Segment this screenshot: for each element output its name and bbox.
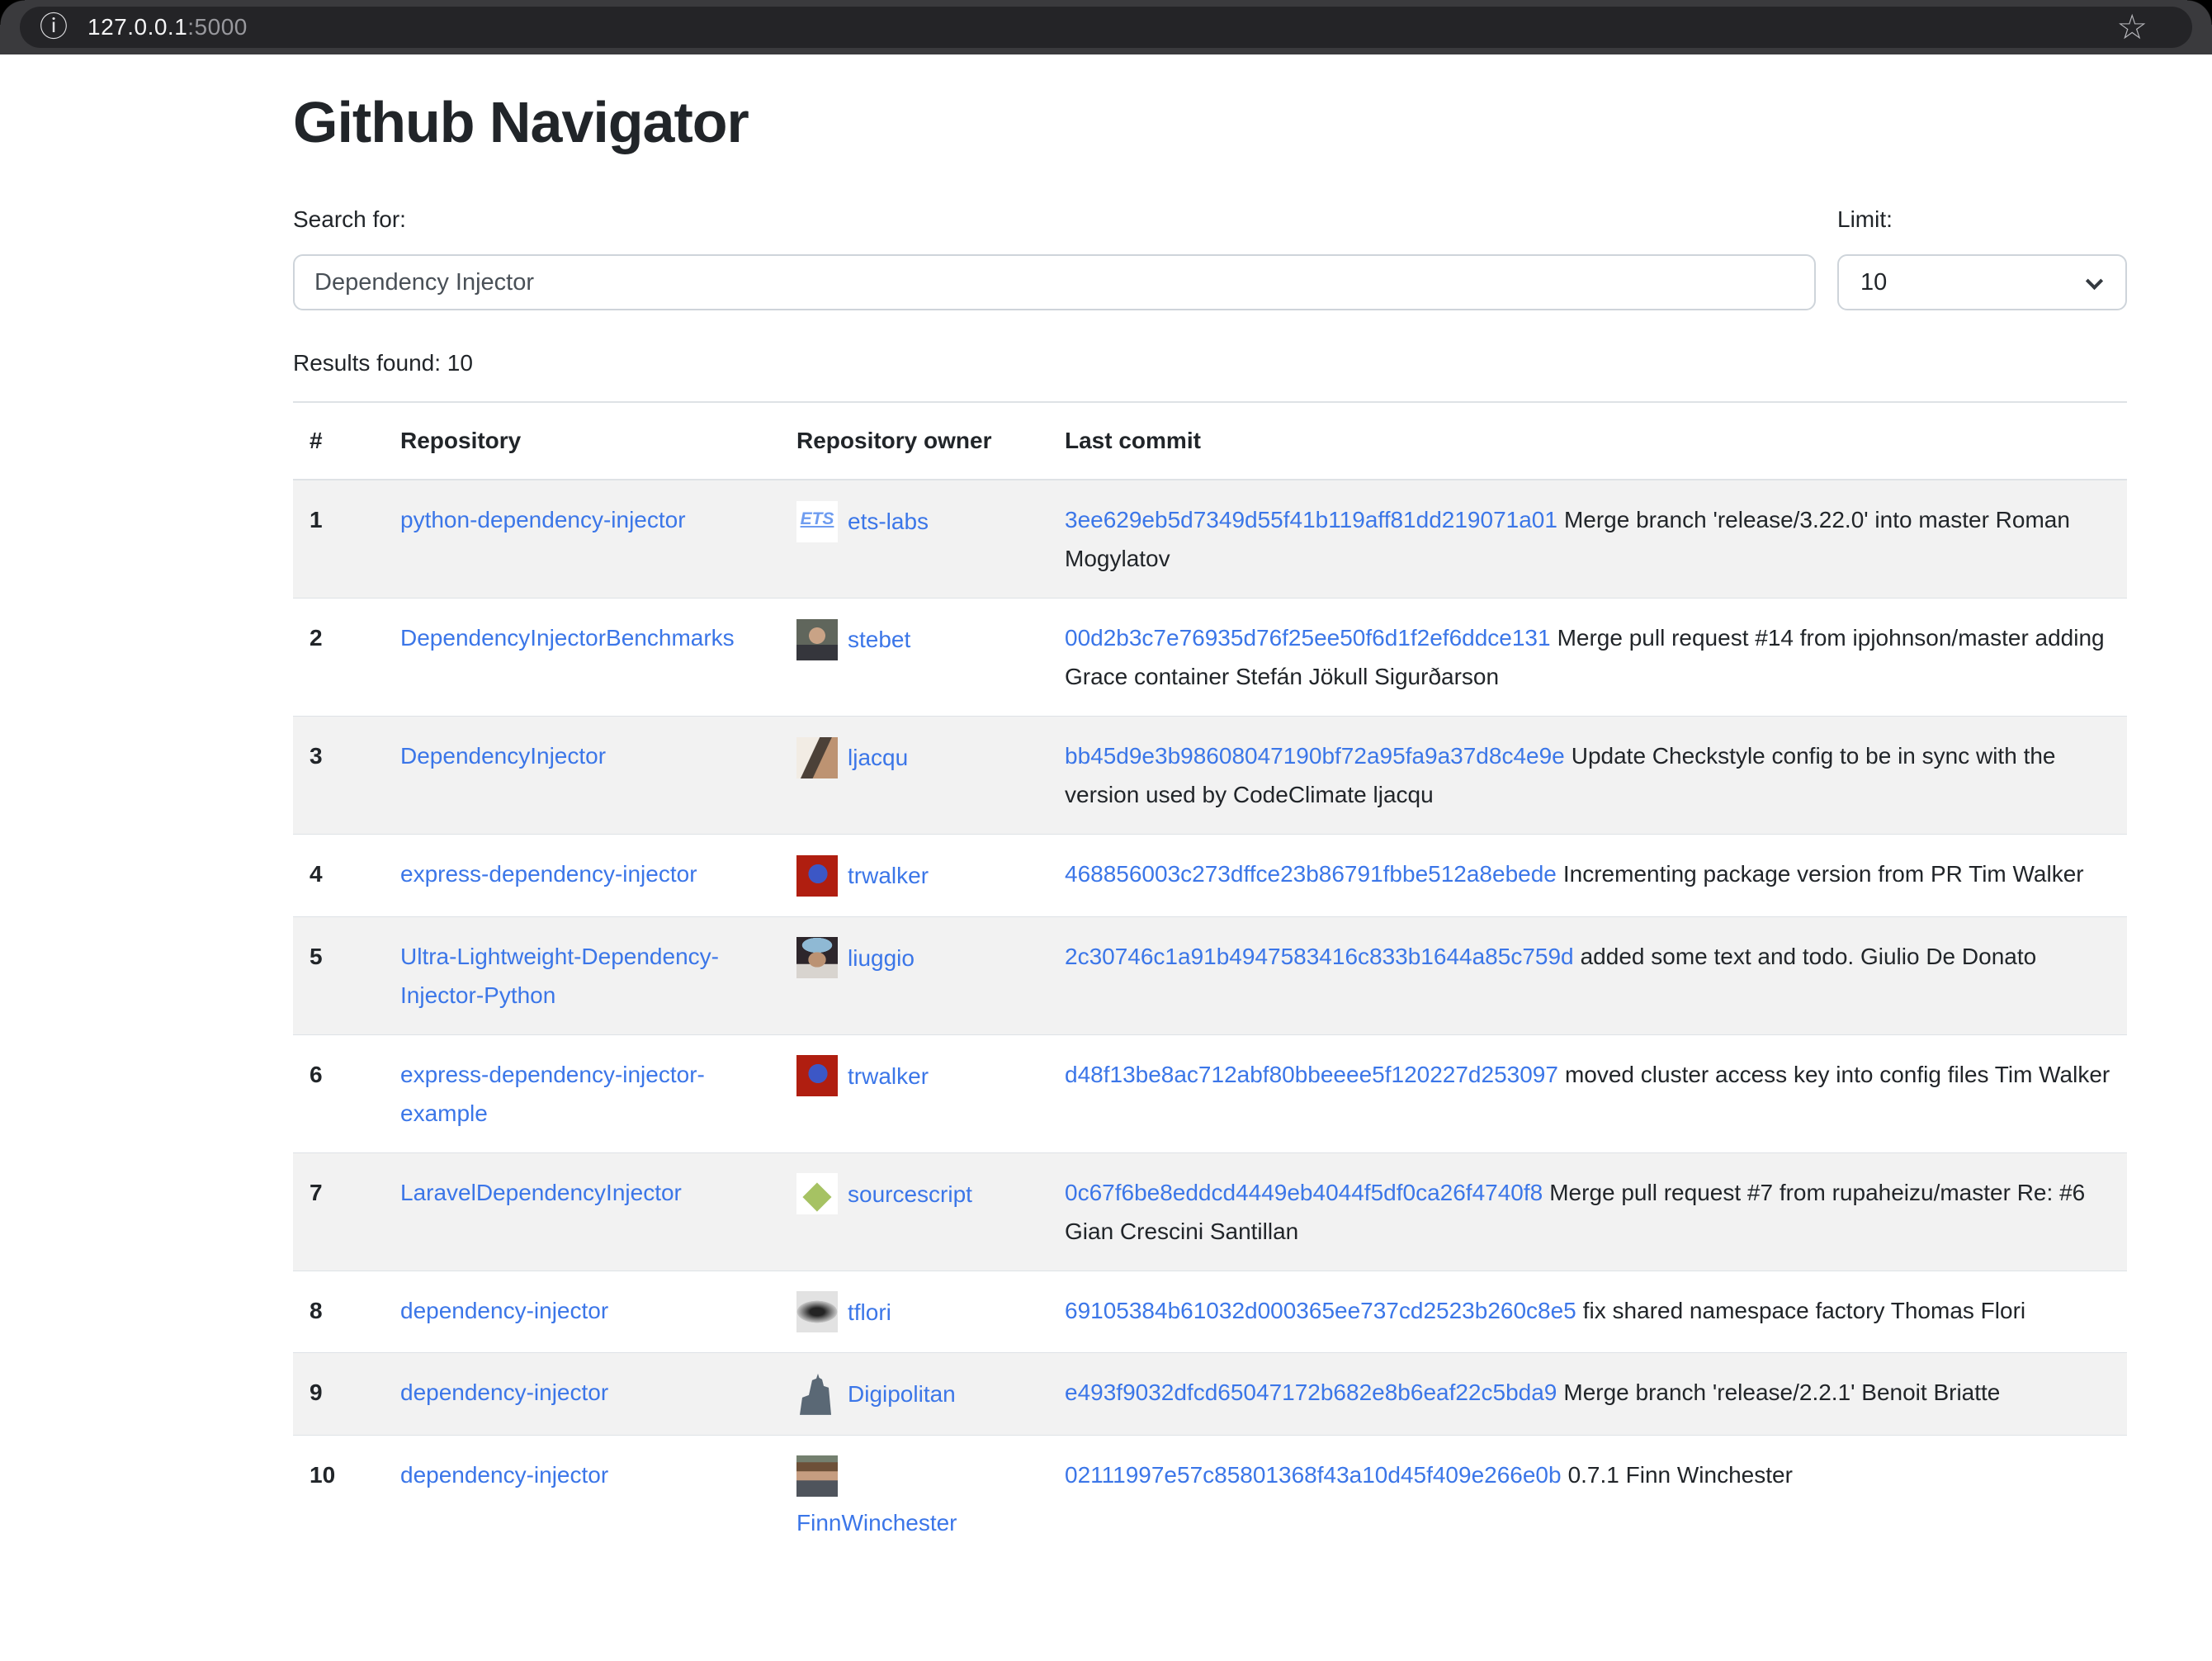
browser-toolbar: ⓘ 127.0.0.1:5000 ☆ xyxy=(0,0,2212,54)
row-index: 2 xyxy=(293,599,384,717)
row-index: 5 xyxy=(293,916,384,1034)
owner-avatar: ◆ xyxy=(796,1173,838,1214)
limit-group: Limit: 10 xyxy=(1837,206,2127,310)
owner-avatar xyxy=(796,1055,838,1096)
table-header-row: # Repository Repository owner Last commi… xyxy=(293,402,2127,480)
table-row: 9 dependency-injector Digipolitan e493f9… xyxy=(293,1353,2127,1436)
repo-link[interactable]: dependency-injector xyxy=(400,1462,608,1488)
owner-link[interactable]: trwalker xyxy=(848,1063,929,1089)
commit-hash-link[interactable]: 0c67f6be8eddcd4449eb4044f5df0ca26f4740f8 xyxy=(1065,1180,1543,1205)
repo-link[interactable]: express-dependency-injector xyxy=(400,861,697,887)
page-content: Github Navigator Search for: Limit: 10 R… xyxy=(0,89,2212,1562)
limit-label: Limit: xyxy=(1837,206,2127,233)
commit-message: fix shared namespace factory Thomas Flor… xyxy=(1583,1298,2025,1323)
repo-link[interactable]: python-dependency-injector xyxy=(400,507,686,532)
table-row: 3 DependencyInjector ljacqu bb45d9e3b986… xyxy=(293,717,2127,835)
chevron-down-icon xyxy=(2086,272,2103,290)
url-host: 127.0.0.1 xyxy=(87,14,187,40)
row-index: 4 xyxy=(293,835,384,917)
row-index: 8 xyxy=(293,1271,384,1353)
owner-avatar xyxy=(796,937,838,978)
table-row: 8 dependency-injector tflori 69105384b61… xyxy=(293,1271,2127,1353)
column-header-repository: Repository xyxy=(384,402,780,480)
owner-link[interactable]: Digipolitan xyxy=(848,1381,956,1407)
commit-message: added some text and todo. Giulio De Dona… xyxy=(1581,944,2037,969)
repo-link[interactable]: Ultra-Lightweight-Dependency-Injector-Py… xyxy=(400,944,719,1008)
commit-hash-link[interactable]: 468856003c273dffce23b86791fbbe512a8ebede xyxy=(1065,861,1557,887)
owner-avatar xyxy=(796,855,838,897)
limit-select[interactable]: 10 xyxy=(1837,254,2127,310)
search-label: Search for: xyxy=(293,206,1816,233)
column-header-owner: Repository owner xyxy=(780,402,1048,480)
row-index: 10 xyxy=(293,1435,384,1562)
column-header-index: # xyxy=(293,402,384,480)
owner-link[interactable]: stebet xyxy=(848,627,910,652)
commit-hash-link[interactable]: 69105384b61032d000365ee737cd2523b260c8e5 xyxy=(1065,1298,1576,1323)
row-index: 3 xyxy=(293,717,384,835)
row-index: 7 xyxy=(293,1152,384,1271)
commit-message: 0.7.1 Finn Winchester xyxy=(1568,1462,1793,1488)
commit-hash-link[interactable]: bb45d9e3b98608047190bf72a95fa9a37d8c4e9e xyxy=(1065,743,1565,769)
table-row: 4 express-dependency-injector trwalker 4… xyxy=(293,835,2127,917)
repo-link[interactable]: dependency-injector xyxy=(400,1298,608,1323)
owner-avatar xyxy=(796,737,838,778)
owner-link[interactable]: liuggio xyxy=(848,945,915,971)
row-index: 6 xyxy=(293,1034,384,1152)
table-row: 5 Ultra-Lightweight-Dependency-Injector-… xyxy=(293,916,2127,1034)
info-icon[interactable]: ⓘ xyxy=(40,7,68,48)
owner-link[interactable]: ljacqu xyxy=(848,745,908,770)
commit-hash-link[interactable]: d48f13be8ac712abf80bbeeee5f120227d253097 xyxy=(1065,1062,1558,1087)
commit-message: Merge branch 'release/2.2.1' Benoit Bria… xyxy=(1563,1379,2000,1405)
table-row: 7 LaravelDependencyInjector ◆ sourcescrip… xyxy=(293,1152,2127,1271)
owner-link[interactable]: tflori xyxy=(848,1299,891,1325)
row-index: 9 xyxy=(293,1353,384,1436)
table-row: 6 express-dependency-injector-example tr… xyxy=(293,1034,2127,1152)
repositories-table: # Repository Repository owner Last commi… xyxy=(293,401,2127,1562)
owner-link[interactable]: trwalker xyxy=(848,863,929,888)
owner-link[interactable]: ets-labs xyxy=(848,509,929,534)
commit-hash-link[interactable]: 00d2b3c7e76935d76f25ee50f6d1f2ef6ddce131 xyxy=(1065,625,1551,651)
commit-message: Incrementing package version from PR Tim… xyxy=(1563,861,2084,887)
repo-link[interactable]: LaravelDependencyInjector xyxy=(400,1180,682,1205)
commit-message: moved cluster access key into config fil… xyxy=(1565,1062,2110,1087)
owner-avatar xyxy=(796,1455,838,1497)
owner-link[interactable]: sourcescript xyxy=(848,1181,972,1207)
bookmark-star-icon[interactable]: ☆ xyxy=(2116,7,2148,48)
commit-hash-link[interactable]: 02111997e57c85801368f43a10d45f409e266e0b xyxy=(1065,1462,1562,1488)
commit-hash-link[interactable]: 2c30746c1a91b4947583416c833b1644a85c759d xyxy=(1065,944,1574,969)
url-port: :5000 xyxy=(187,14,248,40)
owner-avatar xyxy=(796,1374,838,1415)
owner-avatar xyxy=(796,1291,838,1332)
repo-link[interactable]: express-dependency-injector-example xyxy=(400,1062,705,1126)
table-row: 1 python-dependency-injector ETS ets-labs… xyxy=(293,480,2127,599)
results-count: Results found: 10 xyxy=(293,350,2127,376)
table-row: 2 DependencyInjectorBenchmarks stebet 00… xyxy=(293,599,2127,717)
commit-hash-link[interactable]: 3ee629eb5d7349d55f41b119aff81dd219071a01 xyxy=(1065,507,1557,532)
table-row: 10 dependency-injector FinnWinchester 02… xyxy=(293,1435,2127,1562)
address-bar[interactable]: ⓘ 127.0.0.1:5000 ☆ xyxy=(20,7,2192,48)
url-text: 127.0.0.1:5000 xyxy=(87,14,248,40)
repo-link[interactable]: dependency-injector xyxy=(400,1379,608,1405)
repo-link[interactable]: DependencyInjector xyxy=(400,743,606,769)
repo-link[interactable]: DependencyInjectorBenchmarks xyxy=(400,625,735,651)
page-title: Github Navigator xyxy=(293,89,2127,155)
owner-avatar xyxy=(796,619,838,660)
row-index: 1 xyxy=(293,480,384,599)
search-group: Search for: xyxy=(293,206,1816,310)
limit-selected-value: 10 xyxy=(1860,269,1887,296)
owner-link[interactable]: FinnWinchester xyxy=(796,1503,1032,1542)
owner-avatar: ETS xyxy=(796,501,838,542)
search-form: Search for: Limit: 10 xyxy=(293,206,2127,310)
commit-hash-link[interactable]: e493f9032dfcd65047172b682e8b6eaf22c5bda9 xyxy=(1065,1379,1557,1405)
search-input[interactable] xyxy=(293,254,1816,310)
column-header-last-commit: Last commit xyxy=(1048,402,2127,480)
